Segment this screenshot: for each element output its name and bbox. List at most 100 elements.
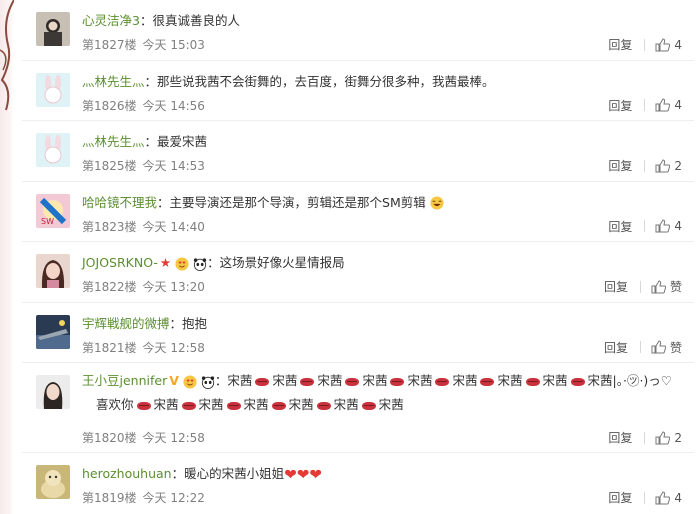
- like-count: 2: [674, 158, 682, 173]
- floor-number: 第1822楼: [82, 280, 137, 294]
- comment-meta: 第1820楼 今天 12:58: [82, 429, 205, 446]
- like-button[interactable]: 赞: [651, 339, 682, 356]
- lips-emoji-icon: [136, 401, 151, 410]
- like-button[interactable]: 2: [655, 431, 682, 445]
- avatar[interactable]: [36, 314, 70, 349]
- timestamp: 今天 13:20: [142, 280, 205, 294]
- like-button[interactable]: 4: [655, 38, 682, 52]
- comment-text: 灬林先生灬：那些说我茜不会街舞的，去百度，街舞分很多种，我茜最棒。: [82, 72, 684, 92]
- like-count: 4: [674, 37, 682, 52]
- timestamp: 今天 14:53: [142, 159, 205, 173]
- comment-meta: 第1819楼 今天 12:22: [82, 489, 205, 506]
- username-link[interactable]: 哈哈镜不理我: [82, 195, 157, 210]
- like-button[interactable]: 4: [655, 219, 682, 233]
- comment-content: 宋茜: [272, 373, 298, 388]
- reply-button[interactable]: 回复: [608, 36, 632, 53]
- comment-content: 宋茜|。·㋡·)っ♡: [587, 373, 673, 388]
- lips-emoji-icon: [361, 401, 376, 410]
- reply-button[interactable]: 回复: [608, 97, 632, 114]
- heart-emoji-icon: ❤: [284, 465, 297, 484]
- laughing-emoji-icon: [430, 196, 444, 210]
- thumbs-up-icon: [651, 279, 666, 293]
- heart-emoji-icon: ❤: [296, 465, 310, 484]
- username-link[interactable]: 灬林先生灬: [82, 74, 145, 89]
- reply-button[interactable]: 回复: [608, 429, 632, 446]
- comment-actions: 回复 2: [608, 429, 682, 446]
- like-count: 4: [674, 490, 682, 505]
- floor-number: 第1821楼: [82, 340, 137, 355]
- username-link[interactable]: 心灵洁净3: [82, 13, 140, 28]
- comment-text: 哈哈镜不理我：主要导演还是那个导演，剪辑还是那个SM剪辑: [82, 193, 684, 213]
- left-decoration: [0, 0, 14, 514]
- comment-text: 灬林先生灬：最爱宋茜: [82, 132, 684, 152]
- like-button[interactable]: 4: [655, 98, 682, 112]
- reply-button[interactable]: 回复: [604, 339, 628, 356]
- comment-content: 宋茜: [362, 373, 388, 388]
- timestamp: 今天 12:22: [142, 491, 205, 505]
- like-count: 2: [674, 430, 682, 445]
- like-button[interactable]: 2: [655, 159, 682, 173]
- lips-emoji-icon: [345, 377, 360, 386]
- comment-text: JOJOSRKNO- ★ ：这场景好像火星情报局: [82, 253, 684, 273]
- comment-actions: 回复 赞: [604, 339, 682, 356]
- username-link[interactable]: 王小豆jennifer: [82, 373, 167, 388]
- reply-button[interactable]: 回复: [604, 278, 628, 295]
- comment-content: 宋茜: [153, 397, 179, 412]
- username-link[interactable]: 灬林先生灬: [82, 134, 145, 149]
- comment-item: 心灵洁净3：很真诚善良的人 第1827楼 今天 15:03 回复 4: [22, 0, 694, 61]
- timestamp: 今天 14:56: [142, 98, 205, 113]
- comment-item: SW 哈哈镜不理我：主要导演还是那个导演，剪辑还是那个SM剪辑 第1823楼 今天…: [22, 182, 694, 242]
- avatar[interactable]: [36, 465, 70, 499]
- reply-button[interactable]: 回复: [608, 489, 632, 506]
- comment-actions: 回复 4: [608, 489, 682, 506]
- comment-meta: 第1823楼 今天 14:40: [82, 218, 205, 235]
- colon: ：: [139, 13, 153, 28]
- divider: [644, 159, 646, 172]
- comment-item: JOJOSRKNO- ★ ：这场景好像火星情报局 第1822楼 今天 13:20 回…: [22, 242, 694, 303]
- username-link[interactable]: herozhouhuan: [82, 466, 172, 481]
- avatar[interactable]: [36, 12, 70, 46]
- comment-meta: 第1822楼 今天 13:20: [82, 278, 205, 295]
- comment-content: 宋茜: [227, 373, 253, 388]
- heart-emoji-icon: ❤: [309, 465, 322, 484]
- avatar[interactable]: SW: [36, 193, 70, 228]
- comment-actions: 回复 赞: [604, 278, 682, 295]
- colon: ：: [214, 373, 228, 388]
- comment-text: 宇辉戦舰的微搏：抱抱: [82, 314, 684, 334]
- lips-emoji-icon: [226, 401, 241, 410]
- colon: ：: [144, 134, 158, 149]
- like-label: 赞: [669, 340, 682, 355]
- panda-emoji-icon: [193, 257, 207, 271]
- reply-button[interactable]: 回复: [608, 157, 632, 174]
- lips-emoji-icon: [181, 401, 196, 410]
- comment-content: 暖心的宋茜小姐姐: [184, 466, 285, 481]
- avatar[interactable]: [36, 72, 70, 107]
- comment-content: 那些说我茜不会街舞的，去百度，街舞分很多种，我茜最棒。: [157, 73, 495, 89]
- floor-number: 第1827楼: [82, 38, 137, 52]
- like-label: 赞: [669, 280, 682, 294]
- timestamp: 今天 15:03: [142, 38, 205, 52]
- comment-content: 宋茜: [198, 397, 224, 412]
- comment-actions: 回复 4: [608, 218, 682, 235]
- avatar[interactable]: [36, 254, 70, 288]
- star-badge-icon: ★: [159, 255, 172, 270]
- comment-text: herozhouhuan：暖心的宋茜小姐姐❤❤❤: [82, 464, 684, 485]
- thumbs-up-icon: [655, 158, 671, 172]
- like-button[interactable]: 4: [655, 491, 682, 505]
- divider: [644, 220, 646, 232]
- lips-emoji-icon: [525, 377, 540, 386]
- avatar[interactable]: [36, 375, 70, 409]
- lips-emoji-icon: [255, 377, 270, 386]
- comment-meta: 第1821楼 今天 12:58: [82, 339, 205, 356]
- lips-emoji-icon: [300, 377, 315, 386]
- comment-content: 宋茜: [288, 397, 314, 412]
- username-link[interactable]: 宇辉戦舰的微搏: [82, 316, 170, 331]
- like-button[interactable]: 赞: [651, 278, 682, 295]
- username-link[interactable]: JOJOSRKNO-: [82, 255, 158, 270]
- avatar[interactable]: [36, 133, 70, 167]
- comment-item: 灬林先生灬：最爱宋茜 第1825楼 今天 14:53 回复 2: [22, 121, 694, 182]
- heart-eyes-emoji-icon: [183, 374, 197, 389]
- lips-emoji-icon: [271, 401, 286, 410]
- reply-button[interactable]: 回复: [608, 218, 632, 235]
- timestamp: 今天 12:58: [142, 431, 205, 445]
